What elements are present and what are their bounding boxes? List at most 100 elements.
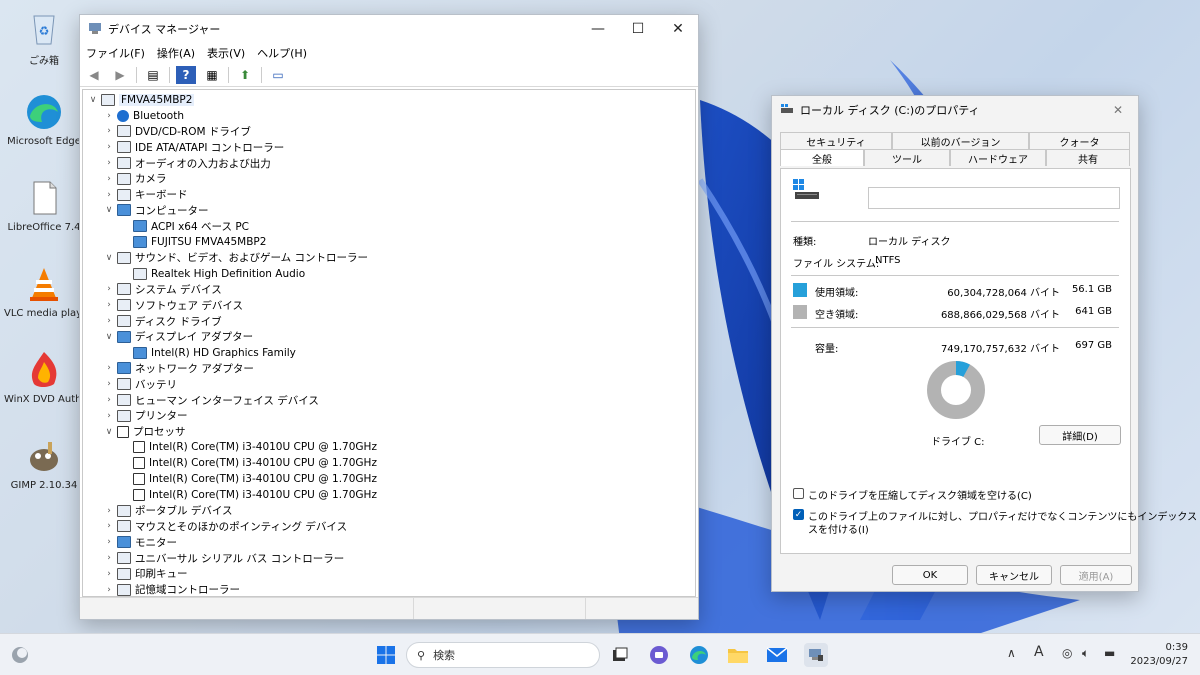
tree-item[interactable]: › バッテリ: [83, 376, 695, 392]
tree-item[interactable]: › ユニバーサル シリアル バス コントローラー: [83, 550, 695, 566]
start-icon[interactable]: [374, 643, 398, 667]
tree-item[interactable]: ∨ プロセッサ: [83, 424, 695, 440]
chevron-right-icon[interactable]: ›: [103, 174, 115, 184]
tree-item[interactable]: › オーディオの入力および出力: [83, 155, 695, 171]
tree-item[interactable]: › 記憶域コントローラー: [83, 582, 695, 596]
menu-view[interactable]: 表示(V): [207, 45, 245, 61]
tree-item[interactable]: Intel(R) Core(TM) i3-4010U CPU @ 1.70GHz: [83, 471, 695, 487]
desktop-icon-vlc[interactable]: VLC media player: [4, 264, 84, 319]
tree-item[interactable]: › ソフトウェア デバイス: [83, 297, 695, 313]
title-bar[interactable]: ローカル ディスク (C:)のプロパティ ✕: [772, 96, 1138, 124]
chevron-right-icon[interactable]: ›: [103, 553, 115, 563]
ok-button[interactable]: OK: [892, 565, 968, 585]
chevron-down-icon[interactable]: ∨: [103, 253, 115, 263]
desktop-icon-libreoffice[interactable]: LibreOffice 7.4: [4, 178, 84, 233]
file-explorer-icon[interactable]: [726, 643, 750, 667]
tree-item[interactable]: › マウスとそのほかのポインティング デバイス: [83, 519, 695, 535]
chevron-right-icon[interactable]: ›: [103, 363, 115, 373]
tree-item[interactable]: › システム デバイス: [83, 282, 695, 298]
tree-item[interactable]: FUJITSU FMVA45MBP2: [83, 234, 695, 250]
ime-indicator[interactable]: A: [1034, 644, 1044, 660]
menu-action[interactable]: 操作(A): [157, 45, 195, 61]
view-icon[interactable]: ▦: [202, 66, 222, 84]
edge-taskbar-icon[interactable]: [687, 643, 711, 667]
chevron-right-icon[interactable]: ›: [103, 521, 115, 531]
tree-item[interactable]: › ヒューマン インターフェイス デバイス: [83, 392, 695, 408]
tree-item[interactable]: › ディスク ドライブ: [83, 313, 695, 329]
compress-checkbox[interactable]: [793, 488, 804, 499]
chevron-down-icon[interactable]: ∨: [103, 427, 115, 437]
tab-quota[interactable]: クォータ: [1029, 132, 1130, 149]
chevron-right-icon[interactable]: ›: [103, 585, 115, 595]
tree-item[interactable]: Intel(R) Core(TM) i3-4010U CPU @ 1.70GHz: [83, 487, 695, 503]
volume-icon[interactable]: 🔈︎: [1082, 646, 1089, 661]
network-icon[interactable]: ◎: [1062, 646, 1072, 660]
minimize-button[interactable]: —: [578, 15, 618, 43]
chevron-right-icon[interactable]: ›: [103, 316, 115, 326]
task-view-icon[interactable]: [608, 643, 632, 667]
chevron-down-icon[interactable]: ∨: [87, 95, 99, 105]
tree-item[interactable]: › Bluetooth: [83, 108, 695, 124]
tab-general[interactable]: 全般: [780, 149, 864, 166]
index-checkbox[interactable]: ✓: [793, 509, 804, 520]
tree-item[interactable]: ∨ FMVA45MBP2: [83, 92, 695, 108]
tree-item[interactable]: ACPI x64 ベース PC: [83, 218, 695, 234]
tree-item[interactable]: › 印刷キュー: [83, 566, 695, 582]
show-hidden-icons-icon[interactable]: ∧: [1007, 646, 1016, 660]
menu-help[interactable]: ヘルプ(H): [257, 45, 307, 61]
title-bar[interactable]: デバイス マネージャー — ☐ ✕: [80, 15, 698, 43]
tree-item[interactable]: Intel(R) Core(TM) i3-4010U CPU @ 1.70GHz: [83, 440, 695, 456]
mail-icon[interactable]: [765, 643, 789, 667]
tree-item[interactable]: Realtek High Definition Audio: [83, 266, 695, 282]
battery-icon[interactable]: ▬: [1104, 646, 1115, 660]
chat-icon[interactable]: [647, 643, 671, 667]
tree-item[interactable]: › プリンター: [83, 408, 695, 424]
chevron-right-icon[interactable]: ›: [103, 537, 115, 547]
tree-item[interactable]: Intel(R) HD Graphics Family: [83, 345, 695, 361]
device-manager-taskbar-icon[interactable]: [804, 643, 828, 667]
maximize-button[interactable]: ☐: [618, 15, 658, 43]
clock[interactable]: 0:39 2023/09/27: [1130, 641, 1188, 669]
tree-item[interactable]: › IDE ATA/ATAPI コントローラー: [83, 139, 695, 155]
chevron-right-icon[interactable]: ›: [103, 126, 115, 136]
tree-item[interactable]: › DVD/CD-ROM ドライブ: [83, 124, 695, 140]
scan-hardware-icon[interactable]: ▭: [268, 66, 288, 84]
chevron-right-icon[interactable]: ›: [103, 379, 115, 389]
chevron-down-icon[interactable]: ∨: [103, 332, 115, 342]
tree-item[interactable]: ∨ ディスプレイ アダプター: [83, 329, 695, 345]
close-button[interactable]: ✕: [658, 15, 698, 43]
tree-item[interactable]: › キーボード: [83, 187, 695, 203]
drive-name-input[interactable]: [868, 187, 1120, 209]
tree-item[interactable]: › カメラ: [83, 171, 695, 187]
update-driver-icon[interactable]: ⬆: [235, 66, 255, 84]
desktop-icon-recycle-bin[interactable]: ♻ ごみ箱: [4, 8, 84, 67]
chevron-right-icon[interactable]: ›: [103, 158, 115, 168]
chevron-down-icon[interactable]: ∨: [103, 205, 115, 215]
chevron-right-icon[interactable]: ›: [103, 506, 115, 516]
details-button[interactable]: 詳細(D): [1039, 425, 1121, 445]
tree-item[interactable]: › ネットワーク アダプター: [83, 361, 695, 377]
chevron-right-icon[interactable]: ›: [103, 111, 115, 121]
taskbar-search[interactable]: ⚲ 検索: [406, 642, 600, 668]
close-button[interactable]: ✕: [1098, 96, 1138, 124]
chevron-right-icon[interactable]: ›: [103, 284, 115, 294]
apply-button[interactable]: 適用(A): [1060, 565, 1132, 585]
tab-security[interactable]: セキュリティ: [780, 132, 892, 149]
tree-item[interactable]: › ポータブル デバイス: [83, 503, 695, 519]
tab-sharing[interactable]: 共有: [1046, 149, 1130, 166]
cancel-button[interactable]: キャンセル: [976, 565, 1052, 585]
chevron-right-icon[interactable]: ›: [103, 569, 115, 579]
help-icon[interactable]: ?: [176, 65, 196, 84]
chevron-right-icon[interactable]: ›: [103, 142, 115, 152]
tab-previous-versions[interactable]: 以前のバージョン: [892, 132, 1029, 149]
tree-item[interactable]: Intel(R) Core(TM) i3-4010U CPU @ 1.70GHz: [83, 455, 695, 471]
tree-item[interactable]: ∨ サウンド、ビデオ、およびゲーム コントローラー: [83, 250, 695, 266]
desktop-icon-winx-dvd[interactable]: WinX DVD Author: [4, 350, 84, 405]
menu-file[interactable]: ファイル(F): [86, 45, 145, 61]
desktop-icon-edge[interactable]: Microsoft Edge: [4, 92, 84, 147]
properties-icon[interactable]: ▤: [143, 66, 163, 84]
chevron-right-icon[interactable]: ›: [103, 395, 115, 405]
chevron-right-icon[interactable]: ›: [103, 190, 115, 200]
tree-item[interactable]: ∨ コンピューター: [83, 203, 695, 219]
tree-item[interactable]: › モニター: [83, 534, 695, 550]
